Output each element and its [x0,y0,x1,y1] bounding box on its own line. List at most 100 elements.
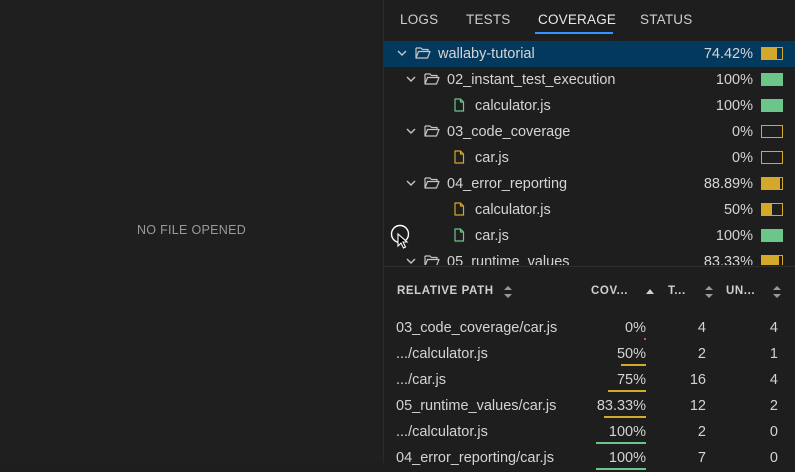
chevron-down-icon[interactable] [405,255,417,265]
chevron-down-icon[interactable] [396,47,408,59]
tree-file-row[interactable]: car.js 100% [384,223,795,249]
tree-folder-row[interactable]: wallaby-tutorial 74.42% [384,41,795,67]
row-coverage-bar [596,468,646,470]
table-row[interactable]: .../calculator.js 100% 2 0 [384,420,795,446]
folder-open-icon [424,177,440,189]
folder-open-icon [424,125,440,137]
tree-item-name: 03_code_coverage [447,124,571,140]
row-path[interactable]: 05_runtime_values/car.js [396,398,556,414]
row-coverage-bar [644,338,646,340]
folder-open-icon [415,47,431,59]
table-header: RELATIVE PATH COV... T... UN... [384,280,795,306]
coverage-percent: 0% [732,150,753,166]
row-coverage: 100% [608,450,646,466]
row-coverage: 50% [616,346,646,362]
coverage-percent: 100% [715,98,753,114]
row-coverage-bar [621,364,646,366]
coverage-bar-fill [762,178,780,189]
tree-item-name: car.js [475,150,509,166]
table-row[interactable]: 04_error_reporting/car.js 100% 7 0 [384,446,795,472]
mouse-pointer-icon [390,224,410,249]
table-row[interactable]: .../car.js 75% 16 4 [384,368,795,394]
row-tests: 2 [697,346,706,362]
tab-bar: LOGS TESTS COVERAGE STATUS [384,0,795,40]
row-path[interactable]: 03_code_coverage/car.js [396,320,557,336]
sort-updown-icon[interactable] [703,283,715,301]
tree-item-name: 05_runtime_values [447,254,570,265]
row-coverage: 75% [616,372,646,388]
coverage-bar-fill [762,256,779,265]
coverage-bar [761,203,783,216]
tree-file-row[interactable]: calculator.js 100% [384,93,795,119]
tree-item-name: calculator.js [475,202,551,218]
tab-tests[interactable]: TESTS [466,12,511,27]
tree-item-name: 02_instant_test_execution [447,72,616,88]
table-row[interactable]: 05_runtime_values/car.js 83.33% 12 2 [384,394,795,420]
tab-coverage[interactable]: COVERAGE [538,12,616,27]
row-tests: 4 [697,320,706,336]
tree-folder-row[interactable]: 05_runtime_values 83.33% [384,249,795,265]
tab-logs[interactable]: LOGS [400,12,438,27]
tree-file-row[interactable]: car.js 0% [384,145,795,171]
coverage-bar [761,229,783,242]
tree-folder-row[interactable]: 02_instant_test_execution 100% [384,67,795,93]
coverage-bar [761,47,783,60]
tab-status[interactable]: STATUS [640,12,692,27]
row-uncovered: 4 [769,372,778,388]
row-path[interactable]: .../car.js [396,372,446,388]
row-tests: 2 [697,424,706,440]
tree-folder-row[interactable]: 04_error_reporting 88.89% [384,171,795,197]
sort-updown-icon[interactable] [771,283,783,301]
file-icon [454,98,465,112]
coverage-percent: 83.33% [703,254,753,265]
sort-updown-icon[interactable] [502,283,514,301]
row-tests: 12 [689,398,706,414]
row-tests: 16 [689,372,706,388]
coverage-percent: 88.89% [703,176,753,192]
tree-file-row[interactable]: calculator.js 50% [384,197,795,223]
coverage-bar [761,73,783,86]
row-coverage-bar [604,416,646,418]
row-coverage: 0% [625,320,646,336]
coverage-percent: 74.42% [703,46,753,62]
coverage-bar-fill [762,48,777,59]
row-path[interactable]: 04_error_reporting/car.js [396,450,554,466]
no-file-placeholder: NO FILE OPENED [136,223,247,237]
coverage-bar-fill [762,100,782,111]
chevron-down-icon[interactable] [405,177,417,189]
section-divider[interactable] [384,266,795,267]
file-icon [454,150,465,164]
coverage-bar [761,99,783,112]
row-coverage: 83.33% [596,398,646,414]
header-relative-path[interactable]: RELATIVE PATH [397,285,494,297]
row-uncovered: 0 [769,450,778,466]
coverage-bar-fill [762,230,782,241]
coverage-bar-fill [762,204,772,215]
table-row[interactable]: 03_code_coverage/car.js 0% 4 4 [384,316,795,342]
folder-open-icon [424,73,440,85]
wallaby-panel: LOGS TESTS COVERAGE STATUS wallaby-tutor… [384,0,795,470]
sort-ascending-icon[interactable] [644,283,656,301]
coverage-bar [761,151,783,164]
coverage-percent: 50% [723,202,753,218]
header-coverage[interactable]: COV... [591,285,628,297]
tree-folder-row[interactable]: 03_code_coverage 0% [384,119,795,145]
row-coverage-bar [608,390,646,392]
active-tab-indicator [535,32,613,34]
editor-area: NO FILE OPENED [0,0,383,463]
coverage-bar-fill [762,74,782,85]
row-path[interactable]: .../calculator.js [396,346,488,362]
row-coverage-bar [596,442,646,444]
row-uncovered: 0 [769,424,778,440]
file-icon [454,228,465,242]
row-uncovered: 2 [769,398,778,414]
header-uncovered[interactable]: UN... [726,285,755,297]
coverage-bar [761,125,783,138]
table-row[interactable]: .../calculator.js 50% 2 1 [384,342,795,368]
chevron-down-icon[interactable] [405,125,417,137]
header-tests[interactable]: T... [668,285,686,297]
chevron-down-icon[interactable] [405,73,417,85]
coverage-bar [761,177,783,190]
row-path[interactable]: .../calculator.js [396,424,488,440]
row-coverage: 100% [608,424,646,440]
